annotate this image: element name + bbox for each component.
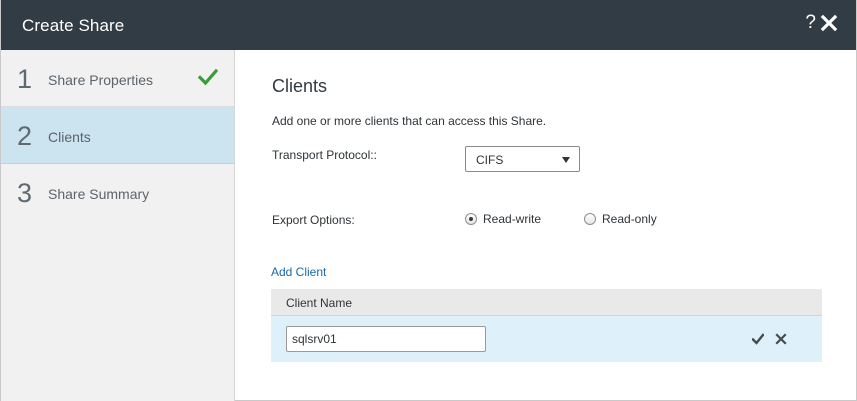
confirm-check-icon[interactable] [752,333,764,345]
create-share-dialog: Create Share ? 1 Share Properties 2 Clie… [0,0,857,401]
step-label: Share Properties [48,72,154,88]
step-share-summary[interactable]: 3 Share Summary [1,164,234,221]
client-name-input[interactable] [286,326,486,352]
client-grid: Client Name [271,289,822,362]
export-options-label: Export Options: [272,213,355,227]
cancel-x-icon[interactable] [775,333,787,345]
dropdown-arrow-icon [562,157,570,163]
title-actions: ? [805,12,838,34]
close-icon[interactable] [820,14,838,32]
read-only-label: Read-only [602,212,657,226]
client-name-column-header[interactable]: Client Name [286,296,352,310]
section-title: Clients [272,76,328,96]
clients-panel: Clients Add one or more clients that can… [236,50,857,400]
help-icon[interactable]: ? [805,12,816,34]
transport-protocol-value: CIFS [476,153,504,167]
transport-protocol-label: Transport Protocol:: [272,148,377,162]
step-number: 3 [17,178,33,208]
check-icon [198,68,218,86]
transport-protocol-select[interactable]: CIFS [465,146,580,172]
step-clients[interactable]: 2 Clients [1,107,234,164]
dialog-title: Create Share [22,16,125,35]
read-write-label: Read-write [483,212,542,226]
add-client-link[interactable]: Add Client [271,265,326,279]
read-write-radio[interactable] [465,213,477,225]
step-label: Clients [48,129,91,145]
section-description: Add one or more clients that can access … [272,114,547,128]
read-write-radio-option[interactable]: Read-write [465,212,541,226]
step-share-properties[interactable]: 1 Share Properties [1,50,234,107]
read-only-radio-option[interactable]: Read-only [584,212,657,226]
step-number: 1 [17,64,33,94]
grid-header: Client Name [271,289,822,316]
step-label: Share Summary [48,186,150,202]
wizard-steps: 1 Share Properties 2 Clients 3 Share Sum… [1,50,235,401]
dialog-titlebar: Create Share ? [1,0,856,50]
read-only-radio[interactable] [584,213,596,225]
table-row[interactable] [271,316,822,362]
step-number: 2 [17,121,33,151]
